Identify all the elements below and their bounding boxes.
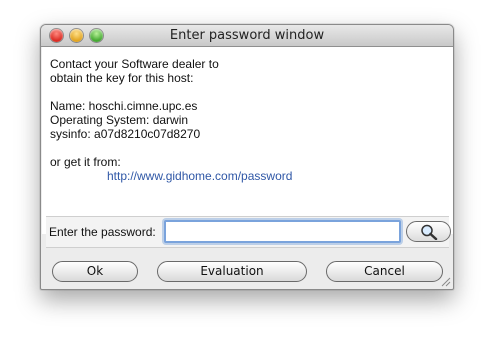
message-line-1: Contact your Software dealer to xyxy=(50,57,219,71)
password-input[interactable] xyxy=(164,220,401,243)
title-bar[interactable]: Enter password window xyxy=(41,25,453,47)
message-line-2: obtain the key for this host: xyxy=(50,71,194,85)
ok-button[interactable]: Ok xyxy=(52,261,138,282)
sysinfo: sysinfo: a07d8210c07d8270 xyxy=(50,127,201,141)
search-button[interactable] xyxy=(406,221,451,242)
password-dialog: Enter password window Contact your Softw… xyxy=(40,24,454,290)
operating-system: Operating System: darwin xyxy=(50,113,189,127)
password-label: Enter the password: xyxy=(49,225,156,239)
resize-grip-icon[interactable] xyxy=(440,276,451,287)
window-title: Enter password window xyxy=(169,28,325,43)
message-panel: Contact your Software dealer to obtain t… xyxy=(42,47,453,234)
password-row: Enter the password: xyxy=(46,216,451,248)
password-link[interactable]: http://www.gidhome.com/password xyxy=(50,169,445,183)
cancel-button[interactable]: Cancel xyxy=(326,261,443,282)
alternative-text: or get it from: xyxy=(50,155,121,169)
magnifier-icon xyxy=(421,224,438,240)
host-name: Name: hoschi.cimne.upc.es xyxy=(50,99,198,113)
evaluation-button[interactable]: Evaluation xyxy=(157,261,307,282)
